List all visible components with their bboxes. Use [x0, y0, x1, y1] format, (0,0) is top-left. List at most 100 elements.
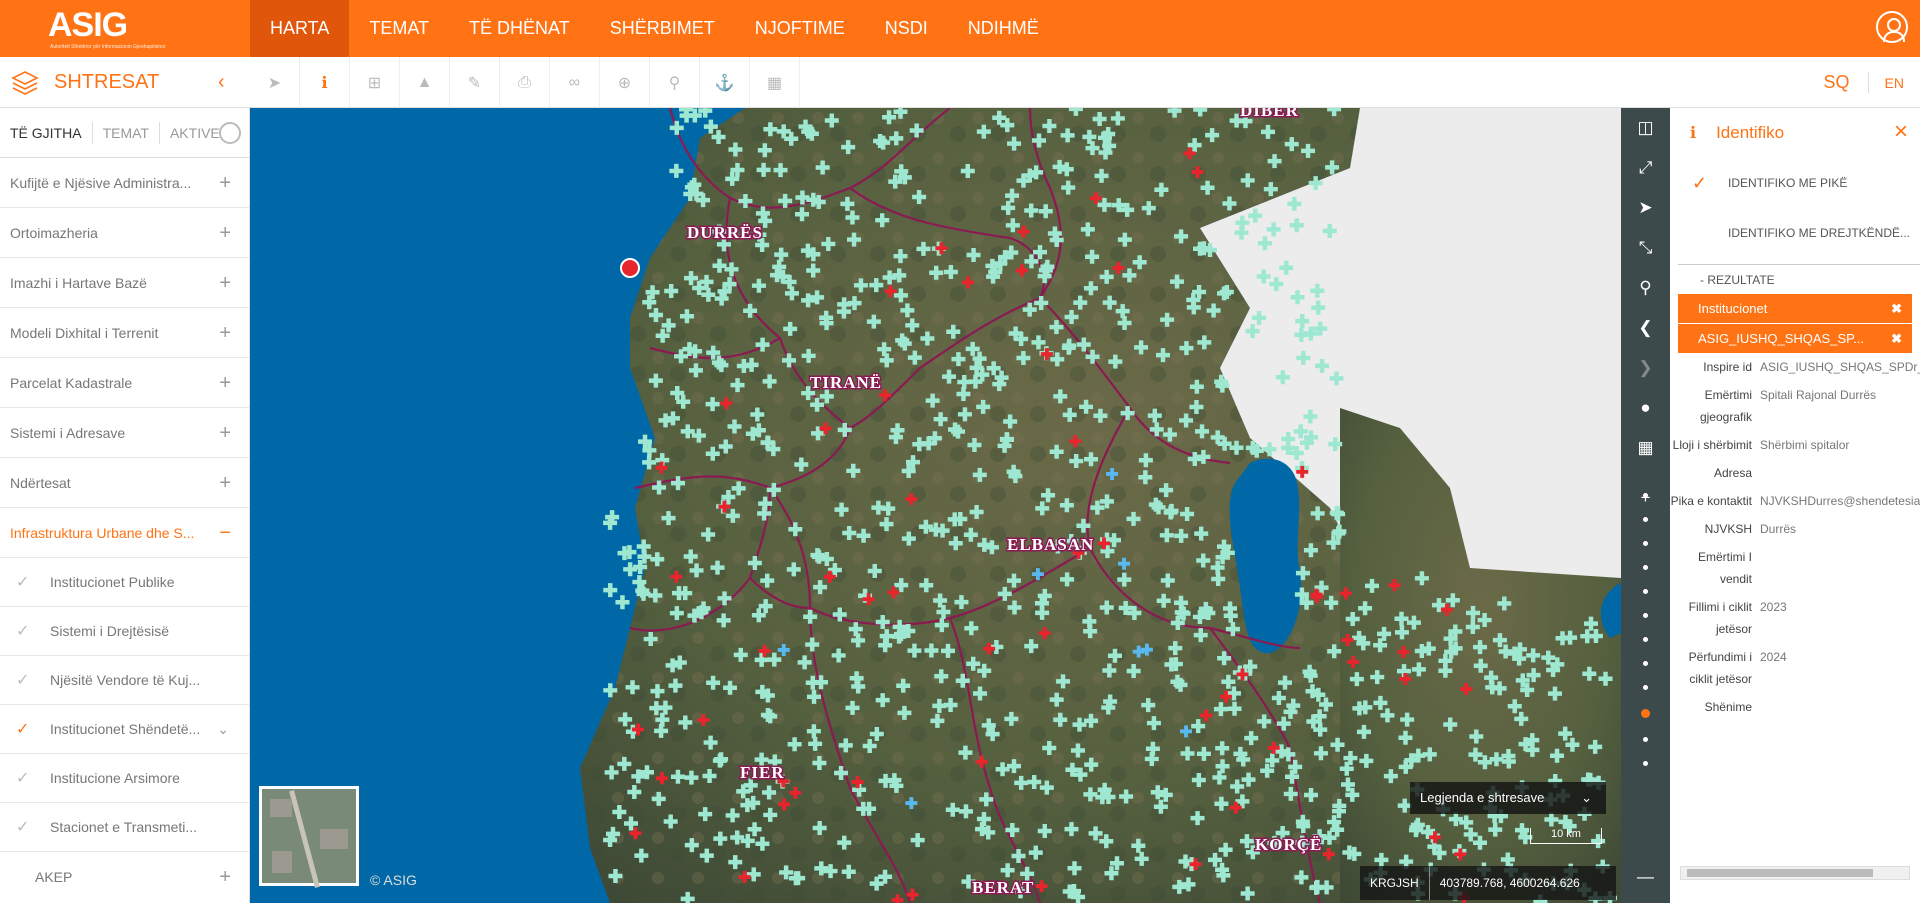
check-icon[interactable]: ✓	[16, 656, 29, 705]
collapse-sidebar-icon[interactable]: ‹	[218, 71, 225, 94]
next-extent-icon[interactable]: ❯	[1621, 348, 1670, 388]
layer-health-institutions[interactable]: ✓ Institucionet Shëndetë... ⌄	[0, 705, 249, 754]
facility-marker[interactable]	[615, 595, 630, 610]
identify-by-point[interactable]: ✓ IDENTIFIKO ME PIKË	[1670, 158, 1920, 208]
zoom-level[interactable]	[1643, 493, 1648, 498]
zoom-level[interactable]	[1643, 761, 1648, 766]
locate-icon[interactable]: ➤	[1621, 188, 1670, 228]
layer-group-akep[interactable]: AKEP +	[0, 852, 249, 902]
legend-dropdown[interactable]: Legjenda e shtresave ⌄	[1410, 782, 1606, 814]
scrollbar-thumb[interactable]	[1687, 869, 1873, 877]
close-icon[interactable]: ×	[1894, 118, 1908, 146]
check-icon[interactable]: ✓	[16, 754, 29, 803]
overview-minimap[interactable]	[259, 786, 359, 888]
nav-harta[interactable]: HARTA	[250, 0, 350, 57]
close-icon[interactable]: ✖	[1891, 324, 1902, 353]
user-icon[interactable]	[1876, 11, 1908, 43]
result-layer[interactable]: Institucionet ✖	[1678, 294, 1912, 324]
check-icon[interactable]: ✓	[16, 607, 29, 656]
zoom-level[interactable]	[1643, 565, 1648, 570]
nav-nsdi[interactable]: NSDI	[865, 0, 948, 57]
layer-group-parcels[interactable]: Parcelat Kadastrale +	[0, 358, 249, 408]
selected-feature-marker[interactable]	[620, 258, 640, 278]
expand-icon[interactable]: +	[219, 158, 231, 207]
zoom-level[interactable]	[1643, 541, 1648, 546]
close-icon[interactable]: ✖	[1891, 294, 1902, 323]
lang-sq[interactable]: SQ	[1806, 72, 1869, 93]
nav-temat[interactable]: TEMAT	[349, 0, 449, 57]
expand-icon[interactable]: +	[219, 358, 231, 407]
layer-group-orthoimagery[interactable]: Ortoimazheria +	[0, 208, 249, 258]
layer-education-institutions[interactable]: ✓ Institucione Arsimore	[0, 754, 249, 803]
edit-icon[interactable]: ✎	[450, 57, 500, 108]
lang-en[interactable]: EN	[1869, 75, 1920, 91]
tab-themes[interactable]: TEMAT	[93, 121, 160, 144]
results-header[interactable]: - REZULTATE	[1678, 264, 1920, 294]
layer-group-addresses[interactable]: Sistemi i Adresave +	[0, 408, 249, 458]
result-feature[interactable]: ASIG_IUSHQ_SHQAS_SP... ✖	[1678, 324, 1912, 354]
check-icon[interactable]: ✓	[16, 705, 29, 754]
check-icon[interactable]: ✓	[16, 803, 29, 852]
zoom-slider[interactable]	[1621, 474, 1670, 766]
zoom-level[interactable]	[1643, 517, 1648, 522]
map-canvas[interactable]: DIBËR DURRËS TIRANË ELBASAN FIER KORÇË B…	[250, 108, 1621, 903]
expand-icon[interactable]: +	[219, 208, 231, 257]
globe-icon[interactable]: ●	[1621, 388, 1670, 428]
nav-njoftime[interactable]: NJOFTIME	[735, 0, 865, 57]
layer-group-base-maps[interactable]: Imazhi i Hartave Bazë +	[0, 258, 249, 308]
layer-justice-system[interactable]: ✓ Sistemi i Drejtësisë	[0, 607, 249, 656]
expand-icon[interactable]: +	[219, 852, 231, 902]
layer-local-units[interactable]: ✓ Njësitë Vendore të Kuj...	[0, 656, 249, 705]
nav-sherbimet[interactable]: SHËRBIMET	[590, 0, 735, 57]
horizontal-scrollbar[interactable]	[1680, 866, 1910, 880]
add-circle-icon[interactable]: ⊕	[600, 57, 650, 108]
expand-icon[interactable]: +	[219, 408, 231, 457]
collapse-icon[interactable]: −	[219, 508, 231, 557]
facility-marker[interactable]	[623, 562, 638, 577]
zoom-box-icon[interactable]: ⚲	[1621, 268, 1670, 308]
asig-logo[interactable]: ASIG Autoriteti Shtetëror për Informacio…	[48, 6, 166, 50]
identify-by-rectangle[interactable]: IDENTIFIKO ME DREJTKËNDË...	[1670, 208, 1920, 258]
nav-ndihme[interactable]: NDIHMË	[948, 0, 1059, 57]
zoom-level[interactable]	[1643, 661, 1648, 666]
search-icon[interactable]: ⚲	[650, 57, 700, 108]
facility-marker[interactable]	[669, 120, 684, 135]
select-icon[interactable]: ➤	[250, 57, 300, 108]
chevron-down-icon[interactable]: ⌄	[217, 705, 229, 754]
link-icon[interactable]: ∞	[550, 57, 600, 108]
zoom-level[interactable]	[1643, 613, 1648, 618]
anchor-icon[interactable]: ⚓	[700, 57, 750, 108]
zoom-level[interactable]	[1643, 637, 1648, 642]
layer-group-dem[interactable]: Modeli Dixhital i Terrenit +	[0, 308, 249, 358]
layer-group-urban-infrastructure[interactable]: Infrastruktura Urbane dhe S... −	[0, 508, 249, 558]
image-icon[interactable]: ▦	[750, 57, 800, 108]
nav-te-dhenat[interactable]: TË DHËNAT	[449, 0, 590, 57]
zoom-level[interactable]	[1643, 685, 1648, 690]
gear-icon[interactable]	[219, 122, 241, 144]
basemap-icon[interactable]: ◫	[1621, 108, 1670, 148]
layer-group-admin-units[interactable]: Kufijtë e Njësive Administra... +	[0, 158, 249, 208]
fullscreen-icon[interactable]: ⤡	[1621, 228, 1670, 268]
grid-icon[interactable]: ▦	[1621, 428, 1670, 468]
check-icon[interactable]: ✓	[16, 558, 29, 607]
facility-marker[interactable]	[603, 583, 618, 598]
info-icon[interactable]: ℹ	[300, 57, 350, 108]
plus-box-icon[interactable]: ⊞	[350, 57, 400, 108]
layer-group-buildings[interactable]: Ndërtesat +	[0, 458, 249, 508]
expand-icon[interactable]: +	[219, 258, 231, 307]
zoom-level-current[interactable]	[1641, 709, 1650, 718]
full-extent-icon[interactable]: ⤢	[1621, 148, 1670, 188]
zoom-level[interactable]	[1643, 589, 1648, 594]
zoom-level[interactable]	[1643, 737, 1648, 742]
previous-extent-icon[interactable]: ❮	[1621, 308, 1670, 348]
tab-all[interactable]: TË GJITHA	[0, 121, 93, 144]
layer-public-institutions[interactable]: ✓ Institucionet Publike	[0, 558, 249, 607]
print-icon[interactable]: ⎙	[500, 57, 550, 108]
zoom-out-icon[interactable]: —	[1621, 857, 1670, 897]
expand-icon[interactable]: +	[219, 308, 231, 357]
expand-icon[interactable]: +	[219, 458, 231, 507]
chart-icon[interactable]: ▲	[400, 57, 450, 108]
facility-marker[interactable]	[669, 163, 684, 178]
crs-label[interactable]: KRGJSH	[1360, 866, 1430, 900]
layer-transmission-stations[interactable]: ✓ Stacionet e Transmeti...	[0, 803, 249, 852]
